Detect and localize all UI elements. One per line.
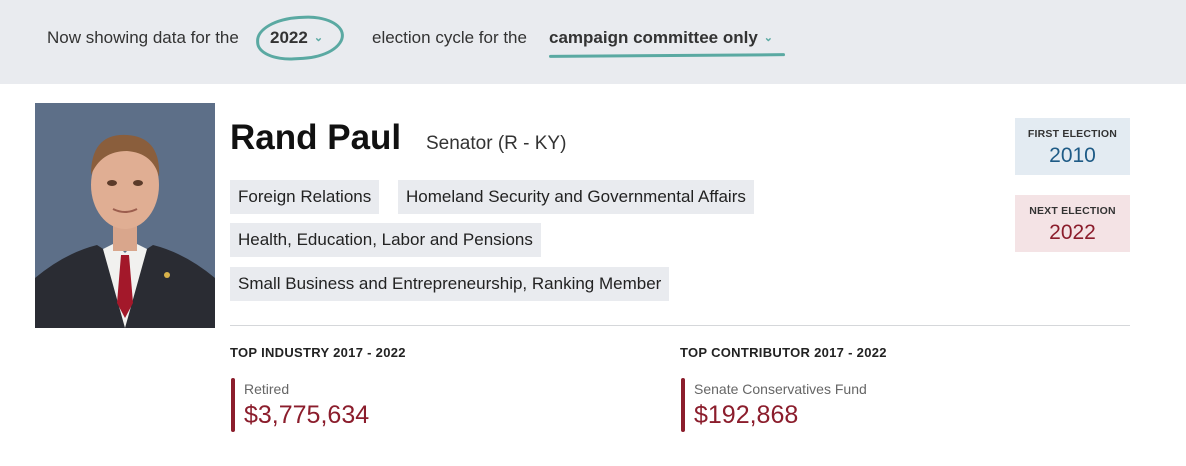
top-contributor-accent-bar xyxy=(681,378,685,432)
committee-tag[interactable]: Homeland Security and Governmental Affai… xyxy=(398,180,754,214)
committee-tag[interactable]: Small Business and Entrepreneurship, Ran… xyxy=(230,267,670,301)
top-industry-heading: TOP INDUSTRY 2017 - 2022 xyxy=(230,345,406,360)
committee-tag[interactable]: Foreign Relations xyxy=(230,180,380,214)
committee-tag[interactable]: Health, Education, Labor and Pensions xyxy=(230,223,541,257)
filter-prefix-text: Now showing data for the xyxy=(47,28,239,47)
filter-middle-text: election cycle for the xyxy=(372,28,527,47)
next-election-year: 2022 xyxy=(1049,221,1096,244)
committee-select-underline xyxy=(548,53,786,58)
member-role: Senator (R - KY) xyxy=(426,133,567,154)
chevron-down-icon: ⌄ xyxy=(763,32,773,44)
next-election-label: NEXT ELECTION xyxy=(1029,205,1116,217)
cycle-year-select[interactable]: 2022 ⌄ xyxy=(270,28,323,48)
cycle-year-value: 2022 xyxy=(270,28,308,47)
top-industry-accent-bar xyxy=(231,378,235,432)
cycle-filter-bar: Now showing data for the 2022 ⌄ election … xyxy=(0,0,1186,84)
portrait-illustration xyxy=(35,103,215,328)
first-election-year: 2010 xyxy=(1049,144,1096,167)
next-election-box: NEXT ELECTION 2022 xyxy=(1015,195,1130,252)
senator-portrait xyxy=(35,103,215,328)
member-name: Rand Paul xyxy=(230,118,402,157)
committee-type-value: campaign committee only xyxy=(549,28,758,47)
first-election-box: FIRST ELECTION 2010 xyxy=(1015,118,1130,175)
section-divider xyxy=(230,325,1130,326)
top-contributor-heading: TOP CONTRIBUTOR 2017 - 2022 xyxy=(680,345,887,360)
top-industry-amount: $3,775,634 xyxy=(244,401,370,429)
top-contributor-name[interactable]: Senate Conservatives Fund xyxy=(694,381,867,397)
chevron-down-icon: ⌄ xyxy=(313,32,324,44)
top-contributor-amount: $192,868 xyxy=(694,401,799,429)
first-election-label: FIRST ELECTION xyxy=(1027,128,1118,140)
committee-type-select[interactable]: campaign committee only ⌄ xyxy=(549,28,773,48)
top-industry-name[interactable]: Retired xyxy=(244,381,289,397)
